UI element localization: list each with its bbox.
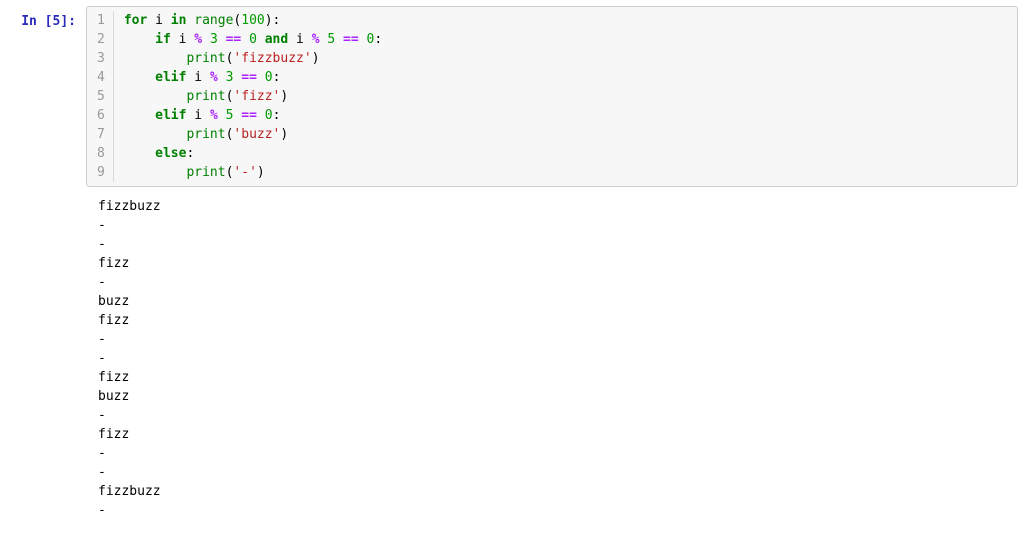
code-token: : [374,32,382,47]
code-token: print [186,127,225,142]
code-token: 5 [226,108,242,123]
code-token [124,70,155,85]
code-token: : [273,70,281,85]
code-token [124,51,187,66]
code-line[interactable]: for i in range(100): [124,11,1017,30]
line-number: 9 [97,163,105,182]
code-token: range [194,13,233,28]
code-token: ) [312,51,320,66]
code-editor[interactable]: 1 2 3 4 5 6 7 8 9 for i in range(100): i… [86,6,1018,187]
code-token: % [210,70,226,85]
code-token: i [194,108,210,123]
code-token [124,89,187,104]
code-content[interactable]: for i in range(100): if i % 3 == 0 and i… [114,11,1017,182]
code-token: 100 [241,13,264,28]
input-prompt-label: In [5]: [6,6,86,187]
code-line[interactable]: print('buzz') [124,125,1017,144]
code-token: ) [257,165,265,180]
stdout-output: fizzbuzz - - fizz - buzz fizz - - fizz b… [92,191,161,520]
code-line[interactable]: print('fizz') [124,87,1017,106]
code-token: i [194,70,210,85]
code-token: % [194,32,210,47]
code-token: for [124,13,155,28]
code-token: ) [280,89,288,104]
code-token: elif [155,108,194,123]
code-token: == [226,32,249,47]
code-line[interactable]: elif i % 3 == 0: [124,68,1017,87]
code-token: 3 [210,32,226,47]
code-token [124,146,155,161]
code-token: : [186,146,194,161]
code-token: == [241,70,264,85]
code-token: == [241,108,264,123]
code-token: 'buzz' [233,127,280,142]
code-token: elif [155,70,194,85]
line-number: 8 [97,144,105,163]
code-token: % [210,108,226,123]
line-number: 5 [97,87,105,106]
code-line[interactable]: print('fizzbuzz') [124,49,1017,68]
code-token: i [296,32,312,47]
line-number: 1 [97,11,105,30]
code-token: i [179,32,195,47]
code-line[interactable]: if i % 3 == 0 and i % 5 == 0: [124,30,1017,49]
code-token: 0 [265,70,273,85]
code-line[interactable]: else: [124,144,1017,163]
code-token: i [155,13,171,28]
code-line[interactable]: print('-') [124,163,1017,182]
code-token: else [155,146,186,161]
line-number: 3 [97,49,105,68]
code-token: 'fizzbuzz' [233,51,311,66]
code-token: 0 [249,32,265,47]
code-token: ): [265,13,281,28]
line-number: 4 [97,68,105,87]
code-line[interactable]: elif i % 5 == 0: [124,106,1017,125]
line-number: 6 [97,106,105,125]
code-token: 5 [327,32,343,47]
code-token: 3 [226,70,242,85]
code-token [124,108,155,123]
code-token: print [186,51,225,66]
code-token: : [273,108,281,123]
code-token: % [312,32,328,47]
code-token [124,127,187,142]
output-prompt-spacer [6,191,92,520]
output-cell-row: fizzbuzz - - fizz - buzz fizz - - fizz b… [0,187,1024,520]
code-token: if [155,32,178,47]
line-number-gutter: 1 2 3 4 5 6 7 8 9 [87,11,114,182]
code-token: '-' [233,165,256,180]
code-token: ) [280,127,288,142]
code-token [124,32,155,47]
code-token: 0 [265,108,273,123]
code-token: 'fizz' [233,89,280,104]
code-token: in [171,13,194,28]
code-token: print [186,165,225,180]
input-cell-row: In [5]: 1 2 3 4 5 6 7 8 9 for i in range… [0,0,1024,187]
code-token: == [343,32,366,47]
code-token: and [265,32,296,47]
code-token: print [186,89,225,104]
line-number: 2 [97,30,105,49]
line-number: 7 [97,125,105,144]
code-token [124,165,187,180]
